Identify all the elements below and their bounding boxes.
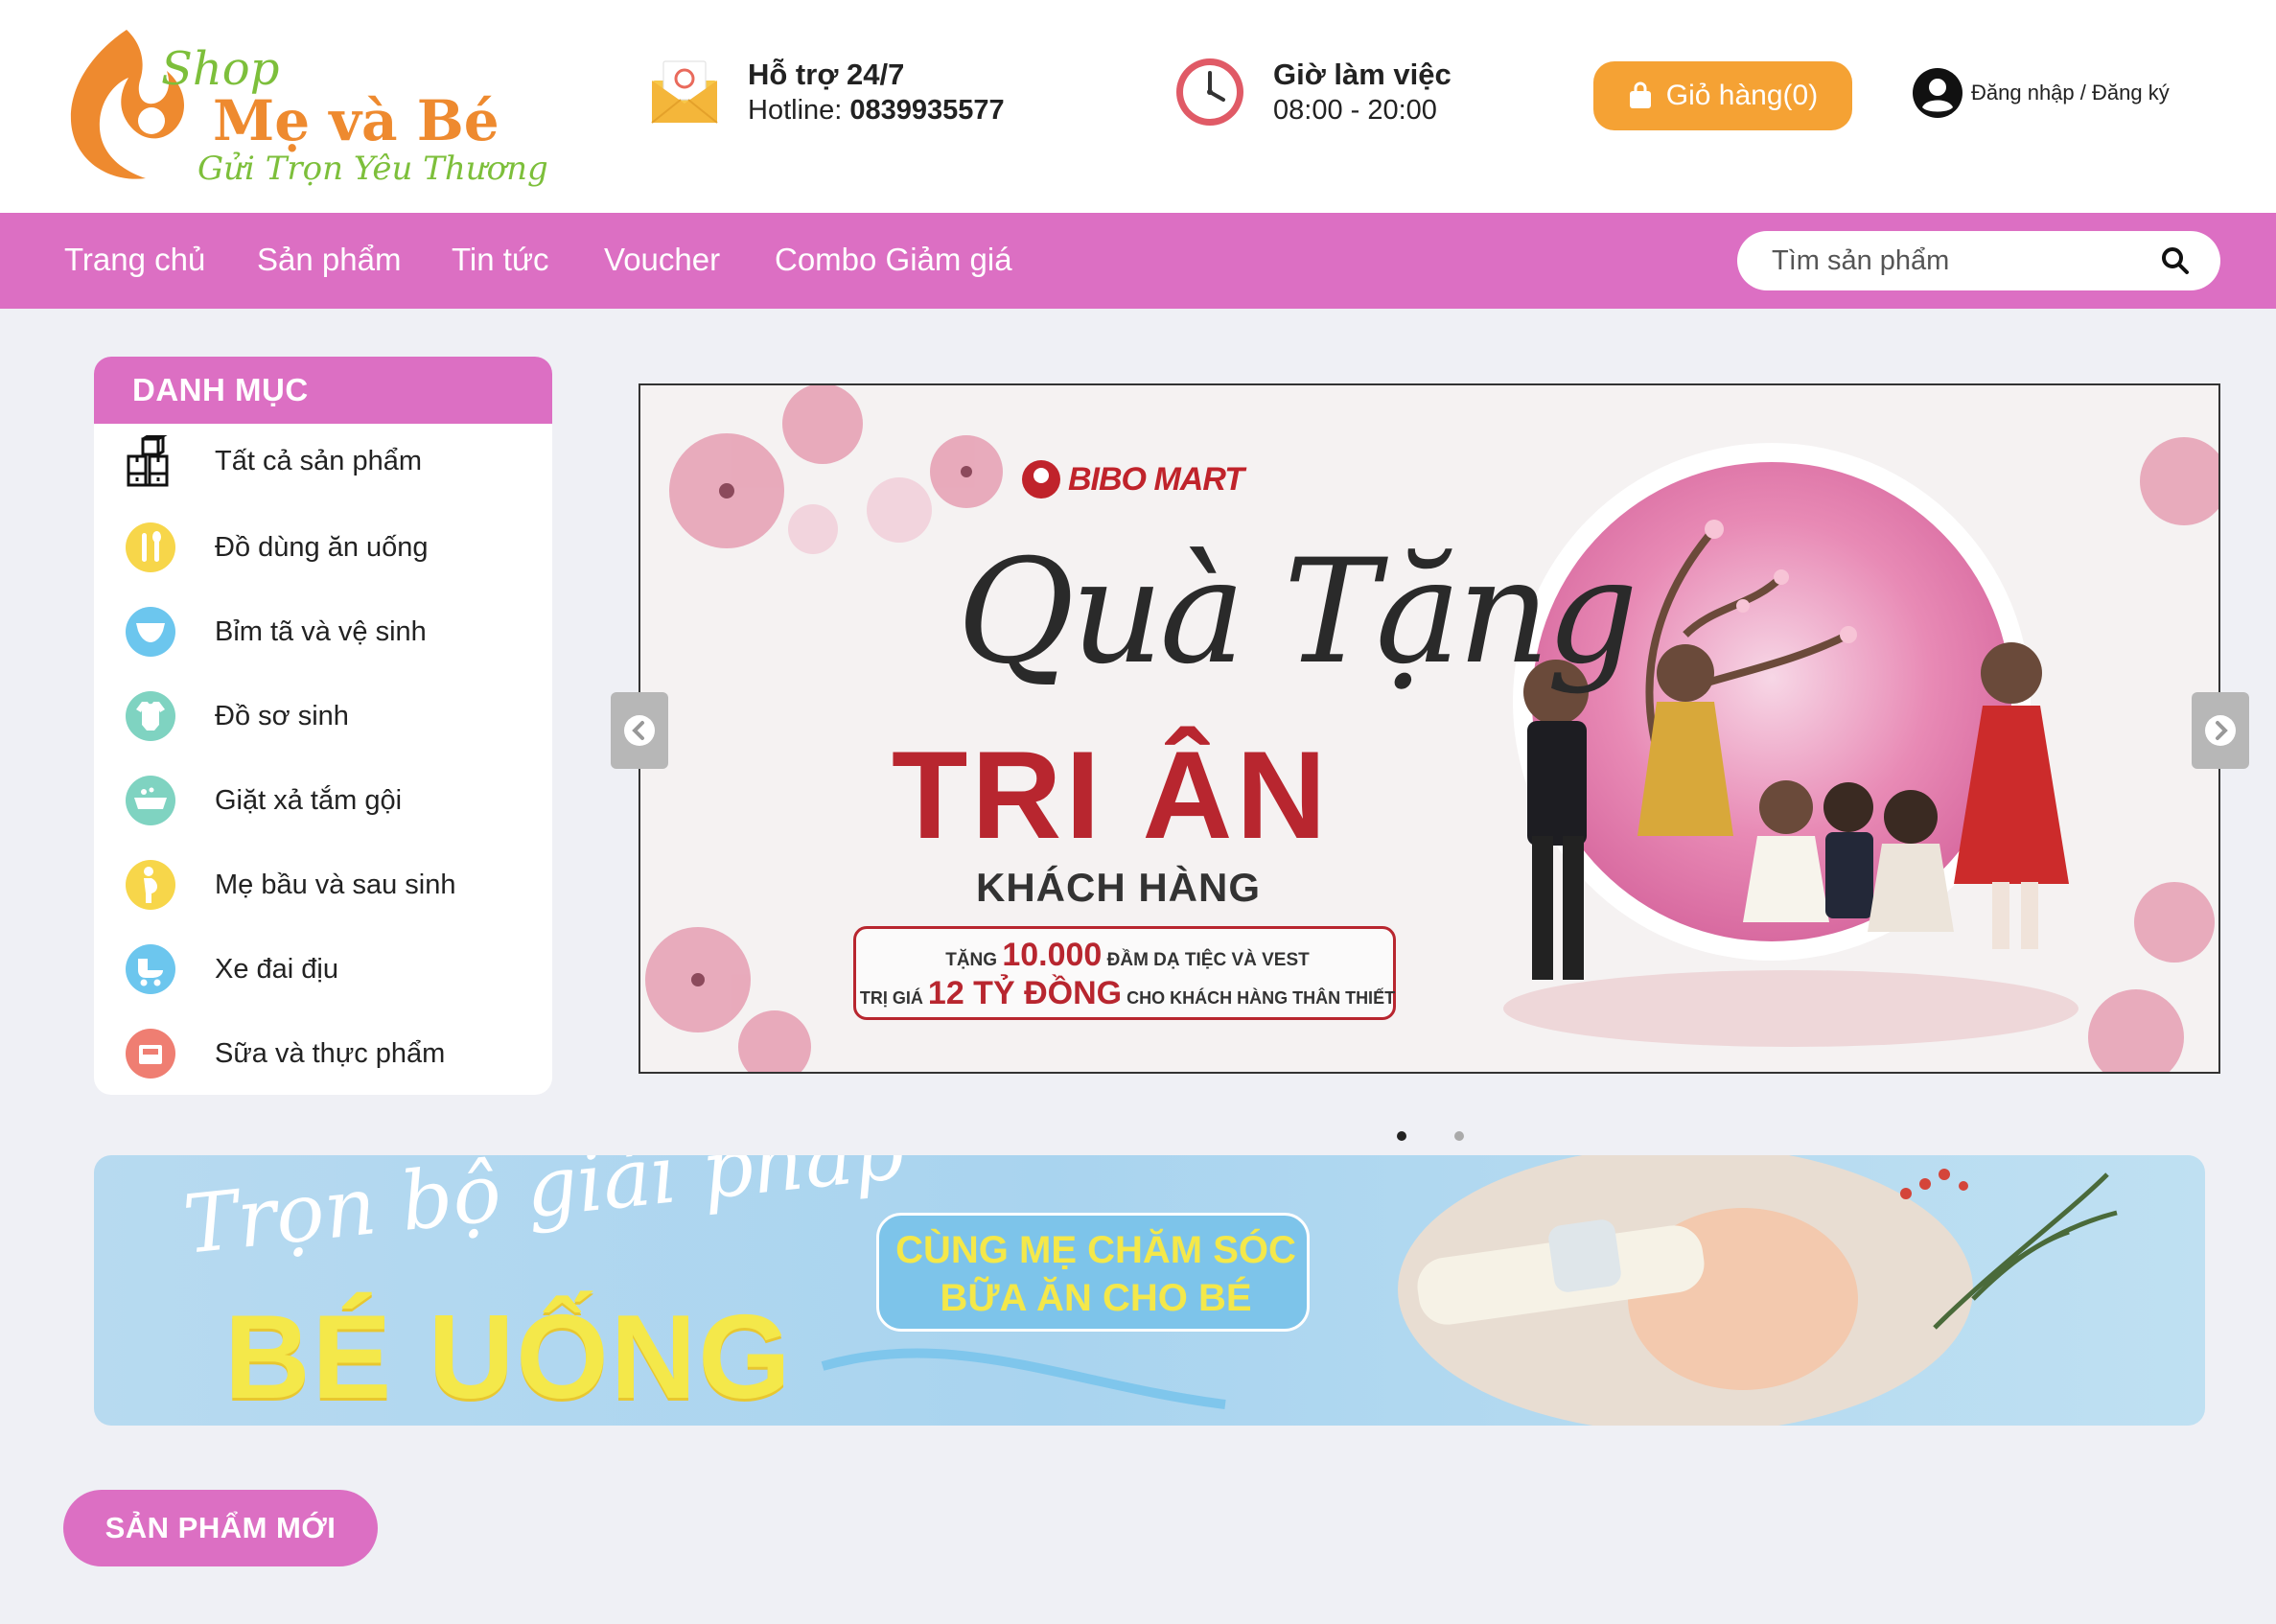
hero-promo-box: TẶNG 10.000 ĐẦM DẠ TIỆC VÀ VEST TRỊ GIÁ … <box>853 926 1396 1020</box>
bathtub-icon <box>126 776 175 825</box>
category-label: Bỉm tã và vệ sinh <box>215 615 427 647</box>
new-products-heading-button[interactable]: SẢN PHẨM MỚI <box>63 1490 378 1566</box>
carousel-dot-1[interactable] <box>1397 1131 1406 1141</box>
cart-button[interactable]: Giỏ hàng(0) <box>1593 61 1852 130</box>
hotline-number[interactable]: 0839935577 <box>849 95 1004 126</box>
banner2-box-line-2: BỮA ĂN CHO BÉ <box>940 1277 1252 1319</box>
shopping-bag-icon <box>1629 81 1651 108</box>
pregnant-icon <box>126 860 175 910</box>
diaper-icon <box>126 607 175 657</box>
category-feeding[interactable]: Đồ dùng ăn uống <box>94 510 552 585</box>
promo-l2-pre: TRỊ GIÁ <box>859 988 928 1008</box>
logo-slogan-text: Gửi Trọn Yêu Thương <box>197 150 548 188</box>
nav-news[interactable]: Tin tức <box>452 242 549 278</box>
bibo-mart-text: BIBO MART <box>1068 460 1244 498</box>
carousel-prev-button[interactable] <box>611 692 668 769</box>
hero-headline: TRI ÂN <box>892 725 1331 865</box>
category-label: Đồ dùng ăn uống <box>215 531 429 563</box>
hours-value: 08:00 - 20:00 <box>1273 95 1437 126</box>
search-input[interactable] <box>1772 241 2155 281</box>
banner2-box-line-1: CÙNG MẸ CHĂM SÓC <box>895 1229 1296 1271</box>
working-hours-block: Giờ làm việc 08:00 - 20:00 <box>1173 56 1452 128</box>
hero-carousel-slide[interactable]: BIBO MART Quà Tặng TRI ÂN KHÁCH HÀNG TẶN… <box>639 383 2220 1074</box>
promo-banner-drinking[interactable]: Trọn bộ giải pháp BÉ UỐNG CÙNG MẸ CHĂM S… <box>94 1155 2205 1426</box>
promo-l1-pre: TẶNG <box>945 950 1003 970</box>
logo-name-text: Mẹ và Bé <box>213 88 499 153</box>
onesie-icon <box>126 691 175 741</box>
search-icon[interactable] <box>2161 246 2190 275</box>
category-label: Mẹ bầu và sau sinh <box>215 869 456 900</box>
promo-l2-big: 12 TỶ ĐỒNG <box>927 975 1123 1011</box>
sidebar-title: DANH MỤC <box>94 357 552 424</box>
promo-l1-post: ĐẦM DẠ TIỆC VÀ VEST <box>1102 950 1310 970</box>
email-envelope-icon <box>651 60 718 124</box>
user-avatar-icon <box>1913 68 1962 118</box>
category-maternity[interactable]: Mẹ bầu và sau sinh <box>94 847 552 922</box>
support-block: Hỗ trợ 24/7 Hotline: 0839935577 <box>648 56 1005 128</box>
clock-icon <box>1176 58 1243 126</box>
category-strollers[interactable]: Xe đai địu <box>94 932 552 1007</box>
chevron-left-icon <box>624 715 655 746</box>
category-diapers[interactable]: Bỉm tã và vệ sinh <box>94 594 552 669</box>
bibo-mart-logo: BIBO MART <box>1020 458 1244 500</box>
promo-l2-post: CHO KHÁCH HÀNG THÂN THIẾT <box>1122 988 1396 1008</box>
hotline-label: Hotline: <box>748 95 850 126</box>
nav-home[interactable]: Trang chủ <box>64 242 205 278</box>
milk-box-icon <box>126 1029 175 1079</box>
support-title: Hỗ trợ 24/7 <box>748 58 905 91</box>
banner2-headline: BÉ UỐNG <box>224 1291 793 1424</box>
search-box <box>1737 231 2220 290</box>
hours-title: Giờ làm việc <box>1273 58 1452 91</box>
main-nav: Trang chủ Sản phẩm Tin tức Voucher Combo… <box>0 213 2276 309</box>
category-newborn[interactable]: Đồ sơ sinh <box>94 679 552 754</box>
site-header: Shop Mẹ và Bé Gửi Trọn Yêu Thương Hỗ trợ… <box>0 0 2276 213</box>
site-logo[interactable]: Shop Mẹ và Bé Gửi Trọn Yêu Thương <box>59 25 548 188</box>
login-register-link[interactable]: Đăng nhập / Đăng ký <box>1912 67 2170 119</box>
nav-voucher[interactable]: Voucher <box>604 242 720 278</box>
account-label: Đăng nhập / Đăng ký <box>1971 81 2170 104</box>
carousel-next-button[interactable] <box>2192 692 2249 769</box>
bibo-mart-logo-icon <box>1022 460 1060 499</box>
cutlery-icon <box>126 522 175 572</box>
promo-line-2: TRỊ GIÁ 12 TỶ ĐỒNG CHO KHÁCH HÀNG THÂN T… <box>856 975 1399 1012</box>
category-label: Sữa và thực phẩm <box>215 1037 446 1069</box>
category-label: Đồ sơ sinh <box>215 700 349 731</box>
promo-l1-big: 10.000 <box>1002 937 1103 973</box>
category-label: Giặt xả tắm gội <box>215 784 403 816</box>
hero-script-text: Quà Tặng <box>957 529 1638 696</box>
carousel-dot-2[interactable] <box>1454 1131 1464 1141</box>
nav-combo-discount[interactable]: Combo Giảm giá <box>775 242 1012 278</box>
hero-subheadline: KHÁCH HÀNG <box>976 865 1261 910</box>
promo-line-1: TẶNG 10.000 ĐẦM DẠ TIỆC VÀ VEST <box>856 937 1399 974</box>
cart-label: Giỏ hàng(0) <box>1665 80 1819 111</box>
category-bath[interactable]: Giặt xả tắm gội <box>94 763 552 838</box>
hotline-text: Hotline: 0839935577 <box>748 93 1005 128</box>
boxes-icon <box>127 435 169 487</box>
nav-products[interactable]: Sản phẩm <box>257 242 401 278</box>
category-all-products[interactable]: Tất cả sản phẩm <box>94 424 552 499</box>
category-milk-food[interactable]: Sữa và thực phẩm <box>94 1016 552 1091</box>
category-sidebar: DANH MỤC Tất cả sản phẩm Đồ dùng ăn uống <box>94 357 552 1095</box>
category-label: Xe đai địu <box>215 953 338 985</box>
banner2-box: CÙNG MẸ CHĂM SÓC BỮA ĂN CHO BÉ <box>876 1213 1310 1332</box>
chevron-right-icon <box>2205 715 2236 746</box>
category-label: Tất cả sản phẩm <box>215 445 422 476</box>
stroller-icon <box>126 944 175 994</box>
